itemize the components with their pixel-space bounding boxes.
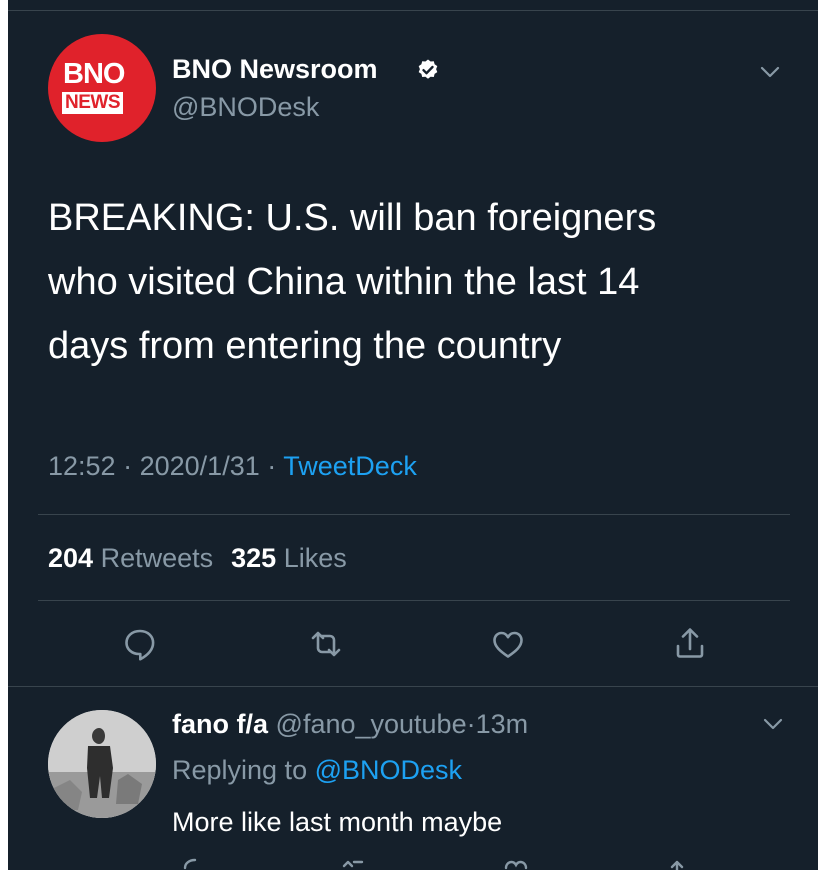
chevron-down-icon[interactable]	[760, 714, 786, 734]
reply-time[interactable]: 13m	[476, 709, 529, 739]
divider	[38, 514, 790, 515]
likes-count: 325	[231, 543, 277, 573]
author-avatar[interactable]: BNO NEWS	[48, 34, 156, 142]
retweet-icon[interactable]	[304, 622, 348, 666]
divider	[8, 686, 818, 687]
replying-prefix: Replying to	[172, 755, 308, 785]
tweet-detail-view: BNO NEWS BNO Newsroom @BNODesk BREAKING:…	[8, 0, 818, 870]
reply-author-name[interactable]: fano f/a	[172, 709, 268, 739]
like-icon[interactable]	[486, 622, 530, 666]
author-handle[interactable]: @BNODesk	[172, 91, 319, 123]
tweet-source-link[interactable]: TweetDeck	[283, 451, 417, 481]
tweet-stats: 204 Retweets 325 Likes	[48, 540, 347, 576]
avatar-logo-news: NEWS	[62, 92, 123, 114]
retweet-icon[interactable]	[338, 856, 372, 870]
reply-icon[interactable]	[178, 856, 212, 870]
tweet-text-line: days from entering the country	[48, 325, 562, 367]
reply-header: fano f/a @fano_youtube·13m	[172, 706, 528, 742]
tweet-time[interactable]: 12:52	[48, 451, 116, 481]
top-divider	[8, 10, 818, 11]
tweet-date[interactable]: 2020/1/31	[140, 451, 260, 481]
reply-icon[interactable]	[118, 622, 162, 666]
tweet-meta: 12:52 · 2020/1/31 · TweetDeck	[48, 448, 417, 484]
meta-separator: ·	[267, 451, 277, 481]
reply-avatar-photo	[48, 710, 156, 818]
author-name[interactable]: BNO Newsroom	[172, 53, 378, 85]
meta-separator: ·	[123, 451, 133, 481]
divider	[38, 600, 790, 601]
tweet-text: BREAKING: U.S. will ban foreigners who v…	[48, 186, 768, 378]
reply-author-handle[interactable]: @fano_youtube	[276, 709, 467, 739]
share-icon[interactable]	[660, 856, 694, 870]
meta-separator: ·	[466, 709, 476, 739]
verified-badge-icon	[418, 59, 438, 79]
avatar-logo-bno: BNO	[63, 58, 125, 90]
share-icon[interactable]	[668, 622, 712, 666]
likes-label: Likes	[283, 543, 347, 573]
like-icon[interactable]	[500, 856, 534, 870]
tweet-text-line: who visited China within the last 14	[48, 261, 640, 303]
reply-text: More like last month maybe	[172, 807, 503, 837]
reply-author-avatar[interactable]	[48, 710, 156, 818]
chevron-down-icon[interactable]	[757, 62, 783, 82]
likes-stat[interactable]: 325 Likes	[231, 543, 347, 573]
tweet-text-line: BREAKING: U.S. will ban foreigners	[48, 197, 657, 239]
retweets-stat[interactable]: 204 Retweets	[48, 543, 213, 573]
replying-to: Replying to @BNODesk	[172, 752, 462, 788]
retweets-label: Retweets	[100, 543, 214, 573]
retweets-count: 204	[48, 543, 94, 573]
replying-to-link[interactable]: @BNODesk	[315, 755, 462, 785]
